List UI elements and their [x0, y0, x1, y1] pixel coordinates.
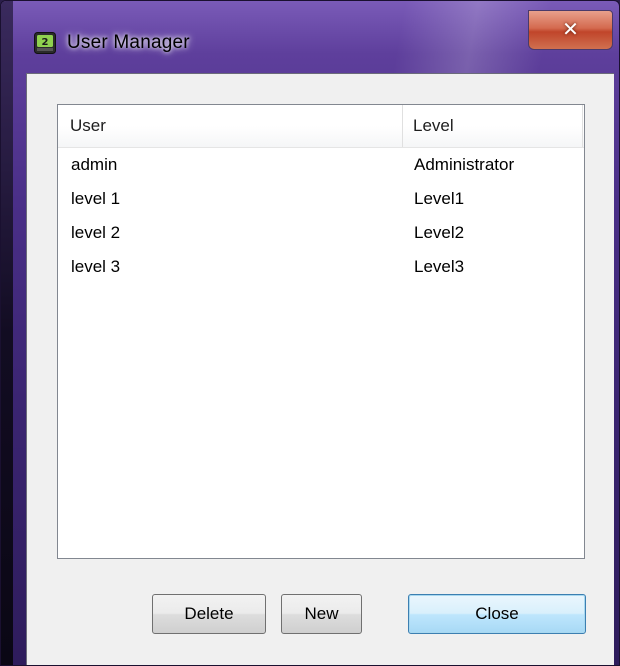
list-header: User Level — [58, 105, 584, 148]
column-header-level[interactable]: Level — [403, 105, 583, 147]
dialog-client-area: User Level admin Administrator level 1 L… — [26, 73, 614, 665]
title-bar[interactable]: 2 User Manager ✕ — [1, 1, 619, 71]
list-item[interactable]: level 3 Level3 — [58, 251, 584, 285]
delete-button[interactable]: Delete — [152, 594, 266, 634]
new-button[interactable]: New — [281, 594, 362, 634]
close-icon: ✕ — [562, 19, 579, 41]
close-button[interactable]: Close — [408, 594, 586, 634]
app-icon: 2 — [34, 32, 56, 54]
level-cell: Level1 — [414, 189, 465, 208]
list-item[interactable]: level 1 Level1 — [58, 183, 584, 217]
user-cell: level 3 — [71, 257, 121, 276]
user-manager-window: 2 User Manager ✕ User Level admin Admini… — [0, 0, 620, 666]
level-cell: Level2 — [414, 223, 465, 242]
list-item[interactable]: admin Administrator — [58, 149, 584, 183]
column-header-user[interactable]: User — [58, 105, 403, 147]
user-cell: level 1 — [71, 189, 121, 208]
list-rows: admin Administrator level 1 Level1 level… — [58, 149, 584, 285]
level-cell: Level3 — [414, 257, 465, 276]
svg-text:2: 2 — [42, 37, 49, 48]
user-list[interactable]: User Level admin Administrator level 1 L… — [57, 104, 585, 559]
window-title: User Manager — [67, 32, 190, 53]
window-close-button[interactable]: ✕ — [528, 10, 613, 50]
window-edge — [1, 1, 13, 665]
user-cell: level 2 — [71, 223, 121, 242]
user-cell: admin — [71, 155, 118, 174]
list-item[interactable]: level 2 Level2 — [58, 217, 584, 251]
level-cell: Administrator — [414, 155, 515, 174]
